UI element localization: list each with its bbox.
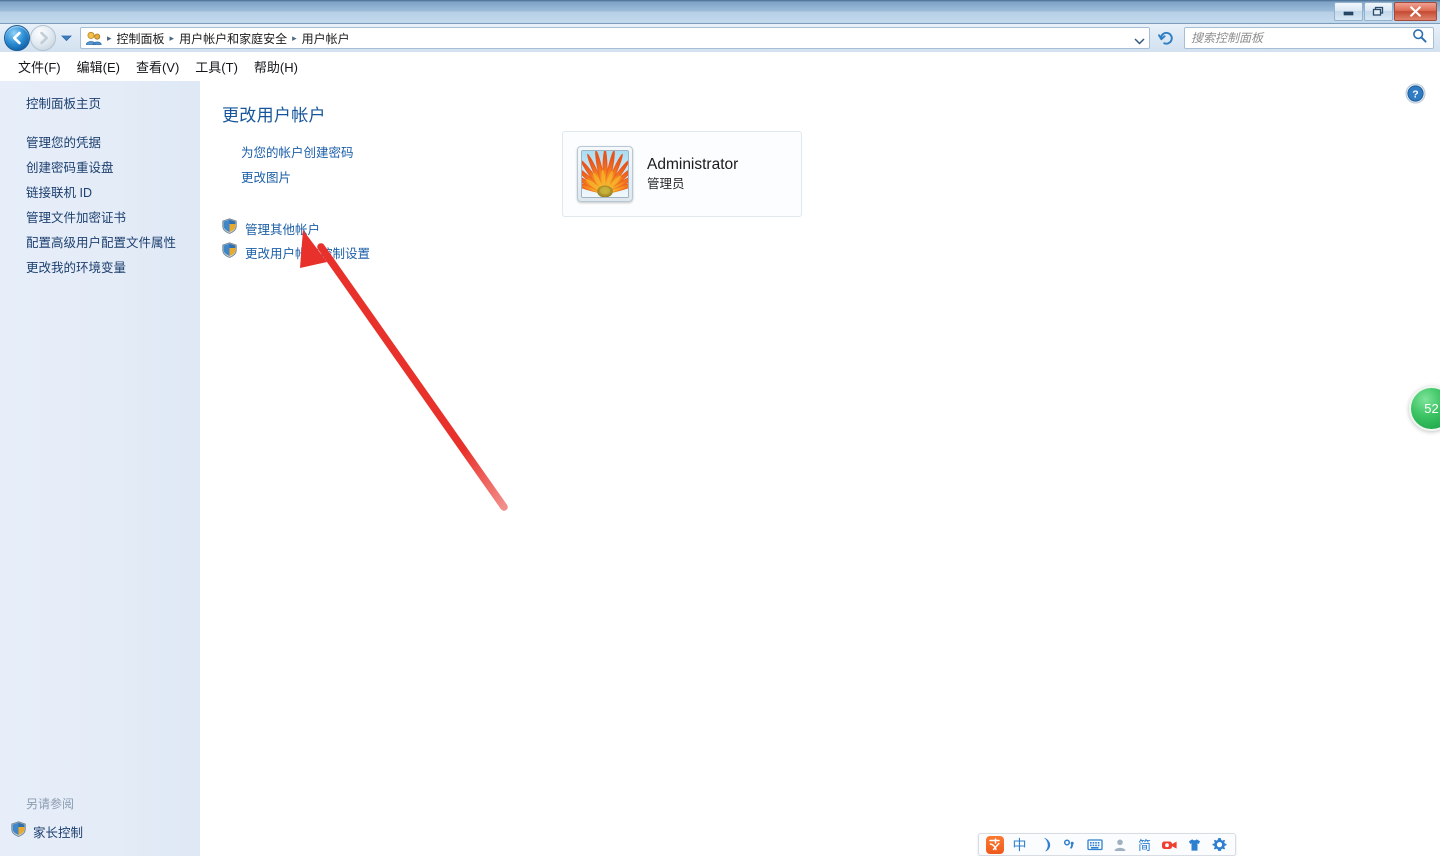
avatar[interactable] bbox=[577, 146, 633, 202]
video-icon[interactable] bbox=[1157, 834, 1182, 855]
window-controls bbox=[1334, 2, 1437, 21]
uac-shield-icon bbox=[222, 242, 237, 266]
sidebar-item-configure-advanced-user-profile[interactable]: 配置高级用户配置文件属性 bbox=[26, 231, 200, 256]
sidebar-item-link-online-id[interactable]: 链接联机 ID bbox=[26, 181, 200, 206]
search-box[interactable] bbox=[1184, 27, 1434, 49]
refresh-group bbox=[1156, 28, 1176, 48]
sidebar-item-manage-credentials[interactable]: 管理您的凭据 bbox=[26, 131, 200, 156]
soft-keyboard-icon[interactable] bbox=[1082, 834, 1107, 855]
account-name: Administrator bbox=[647, 156, 739, 173]
close-button[interactable] bbox=[1394, 2, 1437, 21]
navigation-buttons bbox=[0, 25, 73, 51]
simplified-chinese-icon[interactable]: 简 bbox=[1132, 834, 1157, 855]
menu-item-view[interactable]: 查看(V) bbox=[128, 54, 187, 79]
gerbera-flower-avatar bbox=[581, 150, 629, 198]
menu-item-file[interactable]: 文件(F) bbox=[10, 54, 69, 79]
sidebar-item-control-panel-home[interactable]: 控制面板主页 bbox=[0, 81, 200, 114]
breadcrumb-item-2[interactable]: 用户帐户 bbox=[298, 29, 354, 48]
menu-bar: 文件(F) 编辑(E) 查看(V) 工具(T) 帮助(H) bbox=[0, 52, 1440, 81]
punctuation-icon[interactable] bbox=[1057, 834, 1082, 855]
chinese-mode-icon[interactable]: 中 bbox=[1007, 834, 1032, 855]
body-area: 控制面板主页 管理您的凭据 创建密码重设盘 链接联机 ID 管理文件加密证书 配… bbox=[0, 81, 1440, 856]
breadcrumb-item-0[interactable]: 控制面板 bbox=[113, 29, 169, 48]
link-manage-other-accounts[interactable]: 管理其他帐户 bbox=[222, 218, 370, 242]
task-link-create-password[interactable]: 为您的帐户创建密码 bbox=[241, 141, 354, 166]
shield-links: 管理其他帐户 更改用户帐户控制设置 bbox=[222, 218, 370, 266]
page-title: 更改用户帐户 bbox=[222, 106, 326, 125]
title-bar bbox=[0, 0, 1440, 24]
task-links: 为您的帐户创建密码 更改图片 bbox=[241, 141, 354, 191]
account-card[interactable]: Administrator 管理员 bbox=[562, 131, 802, 217]
menu-item-help[interactable]: 帮助(H) bbox=[246, 54, 306, 79]
sidebar-item-create-password-reset-disk[interactable]: 创建密码重设盘 bbox=[26, 156, 200, 181]
floating-counter-badge[interactable]: 52 bbox=[1409, 386, 1440, 431]
skin-icon[interactable] bbox=[1182, 834, 1207, 855]
sidebar: 控制面板主页 管理您的凭据 创建密码重设盘 链接联机 ID 管理文件加密证书 配… bbox=[0, 81, 200, 856]
user-icon[interactable] bbox=[1107, 834, 1132, 855]
refresh-icon[interactable] bbox=[1156, 28, 1176, 48]
breadcrumb-dropdown-icon[interactable] bbox=[1134, 32, 1145, 50]
link-label: 管理其他帐户 bbox=[245, 223, 321, 237]
control-panel-window: ▸ 控制面板 ▸ 用户帐户和家庭安全 ▸ 用户帐户 搜索控制面板 文件(F) 编… bbox=[0, 0, 1440, 856]
sidebar-item-manage-file-encryption-certificates[interactable]: 管理文件加密证书 bbox=[26, 206, 200, 231]
sidebar-item-change-environment-variables[interactable]: 更改我的环境变量 bbox=[26, 256, 200, 281]
content-pane: ? 更改用户帐户 为您的帐户创建密码 更改图片 管理其他帐户 更改用户帐户控制设… bbox=[200, 81, 1440, 856]
see-also-item-parental-controls[interactable]: 家长控制 bbox=[11, 821, 200, 842]
account-text: Administrator 管理员 bbox=[647, 155, 738, 193]
menu-item-tools[interactable]: 工具(T) bbox=[187, 54, 246, 79]
uac-shield-icon bbox=[11, 821, 26, 842]
search-input[interactable] bbox=[1191, 31, 1412, 45]
address-bar: ▸ 控制面板 ▸ 用户帐户和家庭安全 ▸ 用户帐户 bbox=[0, 24, 1440, 52]
ime-toolbar: 中 简 bbox=[978, 833, 1236, 856]
see-also-section: 另请参阅 家长控制 bbox=[0, 795, 200, 842]
account-role: 管理员 bbox=[647, 177, 685, 191]
svg-text:?: ? bbox=[1412, 89, 1418, 101]
search-icon[interactable] bbox=[1412, 28, 1427, 48]
help-icon[interactable]: ? bbox=[1405, 83, 1426, 104]
menu-item-edit[interactable]: 编辑(E) bbox=[69, 54, 128, 79]
sogou-logo-icon[interactable] bbox=[982, 834, 1007, 855]
settings-gear-icon[interactable] bbox=[1207, 834, 1232, 855]
breadcrumb-item-1[interactable]: 用户帐户和家庭安全 bbox=[175, 29, 291, 48]
see-also-item-label: 家长控制 bbox=[33, 826, 84, 840]
task-link-change-picture[interactable]: 更改图片 bbox=[241, 166, 354, 191]
user-accounts-icon bbox=[85, 30, 103, 46]
recent-locations-button[interactable] bbox=[59, 34, 73, 42]
moon-icon[interactable] bbox=[1032, 834, 1057, 855]
link-change-uac-settings[interactable]: 更改用户帐户控制设置 bbox=[222, 242, 370, 266]
forward-button[interactable] bbox=[30, 25, 56, 51]
sidebar-links: 管理您的凭据 创建密码重设盘 链接联机 ID 管理文件加密证书 配置高级用户配置… bbox=[0, 131, 200, 281]
breadcrumb-bar[interactable]: ▸ 控制面板 ▸ 用户帐户和家庭安全 ▸ 用户帐户 bbox=[80, 27, 1150, 49]
minimize-button[interactable] bbox=[1334, 2, 1363, 21]
restore-button[interactable] bbox=[1364, 2, 1393, 21]
see-also-title: 另请参阅 bbox=[26, 797, 75, 811]
uac-shield-icon bbox=[222, 218, 237, 242]
back-button[interactable] bbox=[4, 25, 30, 51]
link-label: 更改用户帐户控制设置 bbox=[245, 247, 371, 261]
